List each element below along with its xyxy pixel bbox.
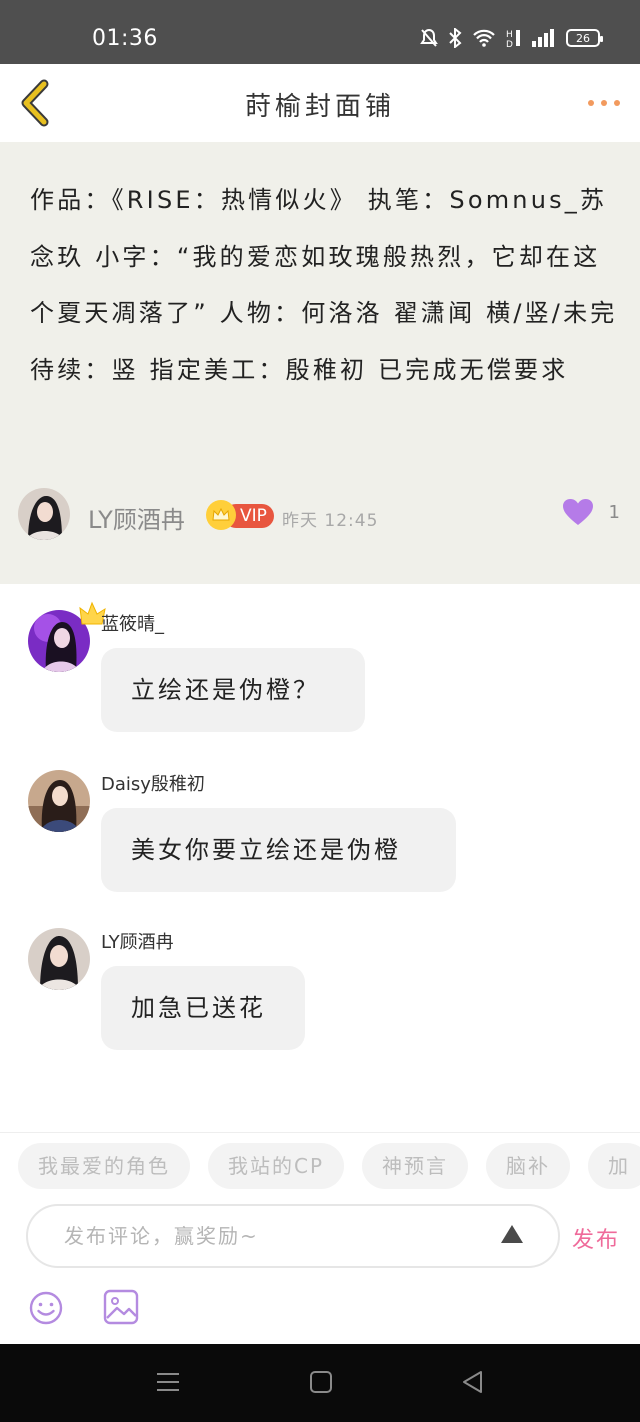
cell-signal-icon [532, 29, 554, 47]
composer-tools [0, 1280, 640, 1340]
commenter-name[interactable]: 蓝筱晴_ [101, 610, 164, 636]
comment-bubble[interactable]: 立绘还是伪橙？ [101, 648, 365, 732]
post-content: 作品：《RISE：热情似火》 执笔：Somnus_苏念玖 小字：“我的爱恋如玫瑰… [30, 186, 618, 384]
svg-text:D: D [506, 40, 513, 48]
vip-badge: VIP [206, 500, 274, 530]
hd-signal-icon: HD [506, 30, 520, 48]
more-dot [601, 100, 607, 106]
status-time: 01:36 [92, 26, 158, 51]
comment-bubble[interactable]: 美女你要立绘还是伪橙 [101, 808, 456, 892]
comment-bubble[interactable]: 加急已送花 [101, 966, 305, 1050]
menu-icon[interactable] [156, 1370, 180, 1394]
topic-tag-row: 我最爱的角色 我站的CP 神预言 脑补 加 [0, 1132, 640, 1198]
heart-icon [563, 499, 593, 525]
emoji-icon[interactable] [28, 1290, 64, 1326]
nav-bar: 莳榆封面铺 [0, 64, 640, 142]
svg-text:H: H [506, 30, 513, 40]
topic-tag-list: 我最爱的角色 我站的CP 神预言 脑补 加 [18, 1143, 640, 1189]
more-dot [614, 100, 620, 106]
wifi-icon [473, 29, 495, 47]
topic-tag[interactable]: 我站的CP [208, 1143, 345, 1189]
publish-button[interactable]: 发布 [572, 1222, 620, 1254]
image-picker-icon[interactable] [102, 1288, 140, 1326]
status-bar: 01:36 HD 26 [0, 0, 640, 64]
like-button[interactable] [562, 498, 594, 530]
expand-up-icon[interactable] [500, 1224, 524, 1244]
back-triangle-icon[interactable] [461, 1370, 485, 1394]
bluetooth-icon [449, 28, 462, 48]
post-time: 昨天 12:45 [282, 511, 379, 531]
system-nav-bar [0, 1344, 640, 1422]
page-title: 莳榆封面铺 [244, 92, 395, 122]
post-card: 作品：《RISE：热情似火》 执笔：Somnus_苏念玖 小字：“我的爱恋如玫瑰… [0, 142, 640, 584]
post-meta: LY顾酒冉 VIP 昨天 12:45 1 [18, 488, 622, 542]
topic-tag[interactable]: 神预言 [362, 1143, 469, 1189]
status-icons: HD 26 [420, 28, 603, 48]
comment-input[interactable] [26, 1204, 560, 1268]
topic-tag[interactable]: 我最爱的角色 [18, 1143, 190, 1189]
comment-composer: 发布 [0, 1202, 640, 1272]
crown-icon [206, 500, 236, 530]
more-dot [588, 100, 594, 106]
more-options-button[interactable] [588, 100, 620, 106]
author-name[interactable]: LY顾酒冉 [88, 500, 185, 535]
commenter-avatar[interactable] [28, 928, 90, 990]
home-icon[interactable] [309, 1370, 333, 1394]
commenter-name[interactable]: Daisy殷稚初 [101, 770, 205, 796]
commenter-avatar[interactable] [28, 770, 90, 832]
topic-tag[interactable]: 加 [588, 1143, 640, 1189]
author-avatar[interactable] [18, 488, 70, 540]
like-count: 1 [608, 502, 620, 523]
mute-bell-icon [420, 28, 438, 47]
commenter-name[interactable]: LY顾酒冉 [101, 928, 174, 954]
topic-tag[interactable]: 脑补 [486, 1143, 571, 1189]
battery-icon: 26 [566, 29, 603, 47]
